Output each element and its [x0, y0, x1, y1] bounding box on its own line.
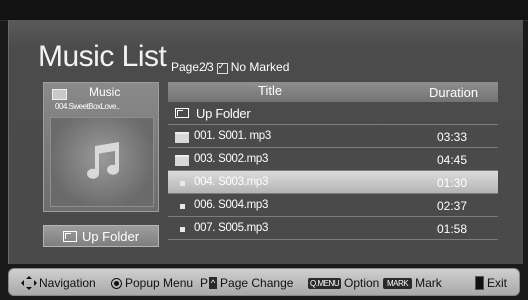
top-bar	[0, 0, 528, 21]
qmenu-badge: Q.MENU	[308, 277, 341, 289]
file-icon	[180, 181, 185, 186]
preview-file-name: 004.SweetBoxLove..	[55, 102, 120, 111]
list-item-duration: 03:33	[437, 130, 468, 144]
preview-folder-name: Music	[89, 85, 121, 99]
up-folder-icon	[175, 108, 189, 118]
up-folder-icon	[62, 230, 77, 242]
album-art	[50, 117, 154, 207]
preview-panel: Music 004.SweetBoxLove..	[43, 82, 159, 212]
checkbox-icon	[216, 61, 228, 74]
exit-icon	[475, 276, 484, 290]
help-popup-menu-label: Popup Menu	[125, 276, 194, 290]
help-exit: Exit	[475, 276, 507, 290]
list-item-name: Up Folder	[196, 106, 251, 121]
column-duration: Duration	[429, 85, 479, 100]
help-option: Q.MENU Option	[306, 276, 379, 290]
file-icon	[180, 204, 185, 209]
page-number: 2/3	[199, 60, 214, 74]
column-title: Title	[258, 83, 283, 98]
list-item-name: 001. S001. mp3	[194, 130, 271, 142]
list-item-duration: 01:30	[437, 176, 468, 190]
folder-icon	[175, 132, 189, 143]
page-label: Page	[171, 60, 200, 74]
page-info: Page 2/3 No Marked	[171, 60, 289, 74]
list-item[interactable]: 001. S001. mp3 03:33	[168, 125, 498, 148]
mark-badge: MARK	[383, 277, 413, 289]
list-item-up-folder[interactable]: Up Folder	[168, 102, 498, 125]
navigation-arrows-icon	[21, 276, 37, 290]
list-item-name: 004. S003.mp3	[194, 176, 269, 188]
page-key-icon: ^	[209, 277, 218, 289]
list-item-name: 006. S004.mp3	[194, 199, 269, 211]
up-folder-button[interactable]: Up Folder	[43, 225, 159, 247]
page-key-label: P	[200, 276, 209, 290]
list-item-duration: 04:45	[437, 153, 468, 167]
list-item[interactable]: 006. S004.mp3 02:37	[168, 194, 498, 217]
file-list: Title Duration Up Folder 001. S001. mp3 …	[168, 82, 498, 240]
help-bar: Navigation Popup Menu P ^ Page Change Q.…	[8, 268, 520, 296]
up-folder-button-label: Up Folder	[81, 228, 140, 244]
page-title: Music List	[38, 40, 167, 73]
music-note-icon	[87, 142, 119, 179]
list-item-name: 007. S005.mp3	[194, 222, 269, 234]
list-item-selected[interactable]: 004. S003.mp3 01:30	[168, 171, 498, 194]
list-item[interactable]: 003. S002.mp3 04:45	[168, 148, 498, 171]
mark-status: No Marked	[230, 60, 290, 74]
ok-button-icon	[111, 277, 122, 289]
folder-icon	[52, 89, 67, 100]
help-exit-label: Exit	[487, 276, 508, 290]
folder-icon	[175, 155, 189, 166]
file-icon	[180, 227, 185, 232]
help-mark-label: Mark	[415, 276, 442, 290]
list-item[interactable]: 007. S005.mp3 01:58	[168, 217, 498, 240]
help-page-change: P ^ Page Change	[200, 276, 293, 290]
list-item-duration: 01:58	[437, 222, 468, 236]
help-option-label: Option	[344, 276, 380, 290]
list-header: Title Duration	[168, 82, 498, 102]
list-item-duration: 02:37	[437, 199, 468, 213]
help-navigation: Navigation	[21, 276, 96, 290]
list-item-name: 003. S002.mp3	[194, 153, 269, 165]
help-page-change-label: Page Change	[220, 276, 294, 290]
help-navigation-label: Navigation	[39, 276, 96, 290]
help-mark: MARK Mark	[381, 276, 442, 290]
help-popup-menu: Popup Menu	[111, 276, 193, 290]
